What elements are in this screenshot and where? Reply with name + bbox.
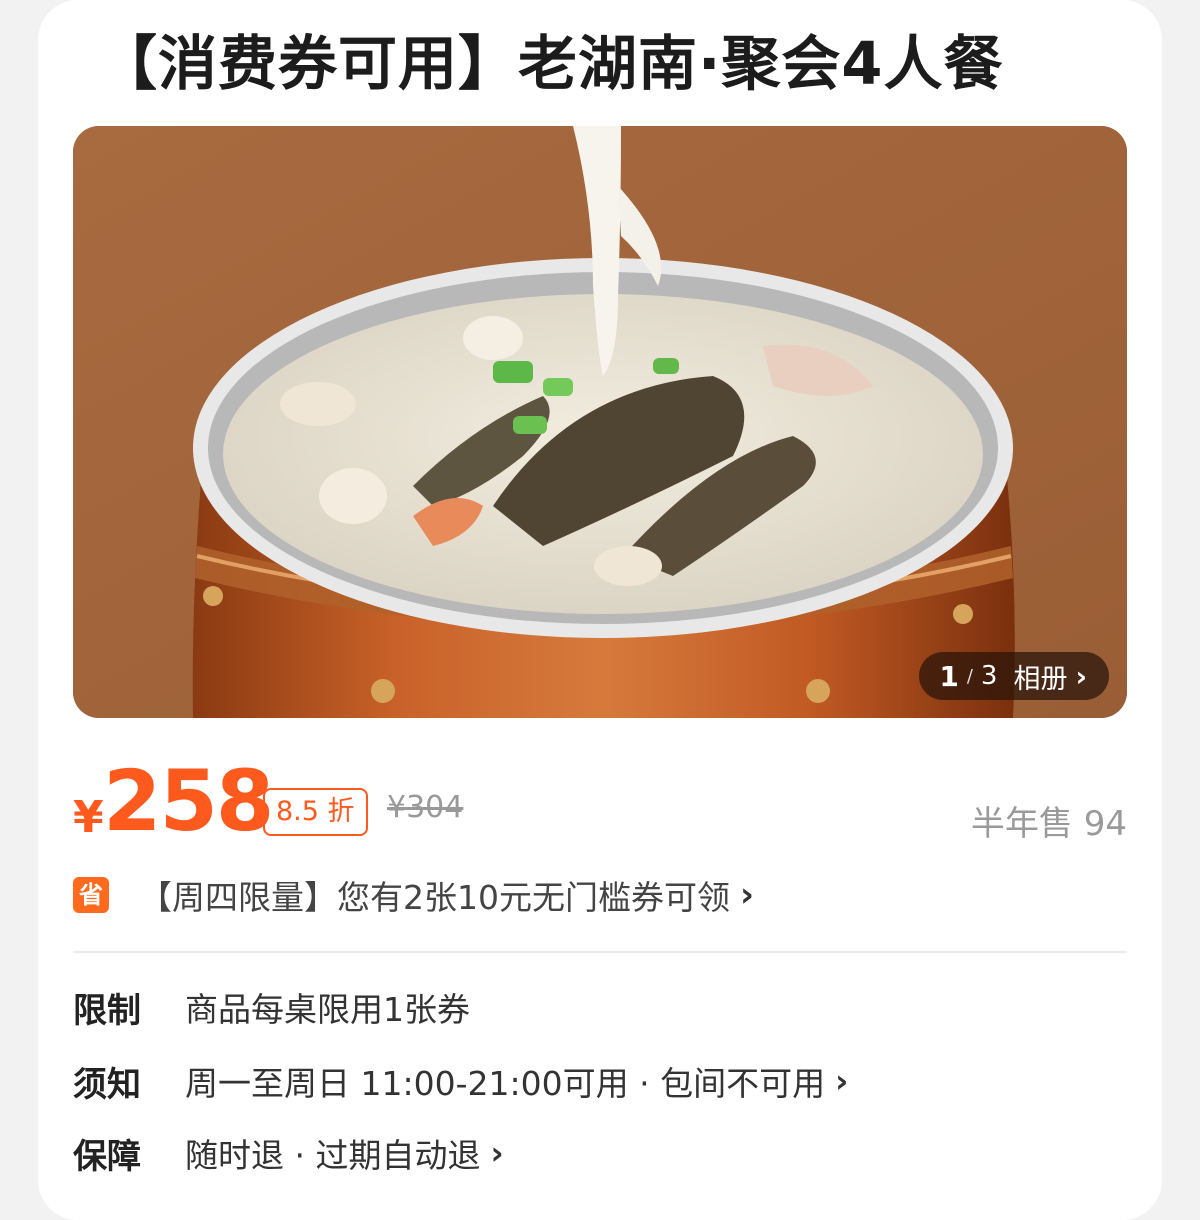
- chevron-right-icon: ›: [740, 875, 755, 915]
- guarantee-row[interactable]: 保障 随时退 · 过期自动退 ›: [73, 1128, 504, 1178]
- info-value: 商品每桌限用1张券: [185, 990, 470, 1029]
- restriction-row: 限制 商品每桌限用1张券: [73, 982, 470, 1032]
- album-button[interactable]: 1 / 3 相册 ›: [919, 652, 1109, 700]
- sale-price: 258: [103, 752, 274, 850]
- info-value: 周一至周日 11:00-21:00可用 · 包间不可用: [185, 1064, 826, 1103]
- info-value: 随时退 · 过期自动退: [185, 1136, 481, 1175]
- chevron-right-icon: ›: [1075, 659, 1087, 693]
- discount-badge: 8.5 折: [263, 788, 368, 836]
- info-label: 保障: [73, 1136, 141, 1177]
- coupon-offer[interactable]: 省 【周四限量】您有2张10元无门槛券可领 ›: [73, 870, 973, 920]
- save-icon: 省: [73, 877, 109, 913]
- chevron-right-icon: ›: [835, 1062, 849, 1100]
- currency-symbol: ¥: [73, 792, 104, 843]
- divider: [73, 951, 1127, 953]
- chevron-right-icon: ›: [490, 1134, 504, 1172]
- sold-count: 半年售 94: [970, 804, 1127, 844]
- notice-row[interactable]: 须知 周一至周日 11:00-21:00可用 · 包间不可用 ›: [73, 1056, 848, 1106]
- deal-title: 【消费券可用】老湖南·聚会4人餐: [98, 29, 1004, 98]
- coupon-text: 【周四限量】您有2张10元无门槛券可领: [139, 878, 730, 917]
- gallery-separator: /: [966, 665, 973, 687]
- gallery-total: 3: [980, 661, 998, 691]
- price-row: ¥ 258 8.5 折 ¥304 半年售 94: [73, 752, 1127, 852]
- info-label: 限制: [73, 990, 141, 1031]
- info-label: 须知: [73, 1064, 141, 1105]
- gallery-current: 1: [939, 659, 959, 693]
- fish-soup-barrel-image: [73, 126, 1127, 718]
- original-price: ¥304: [387, 790, 464, 825]
- album-label: 相册: [1013, 663, 1068, 695]
- deal-photo[interactable]: 1 / 3 相册 ›: [73, 126, 1127, 718]
